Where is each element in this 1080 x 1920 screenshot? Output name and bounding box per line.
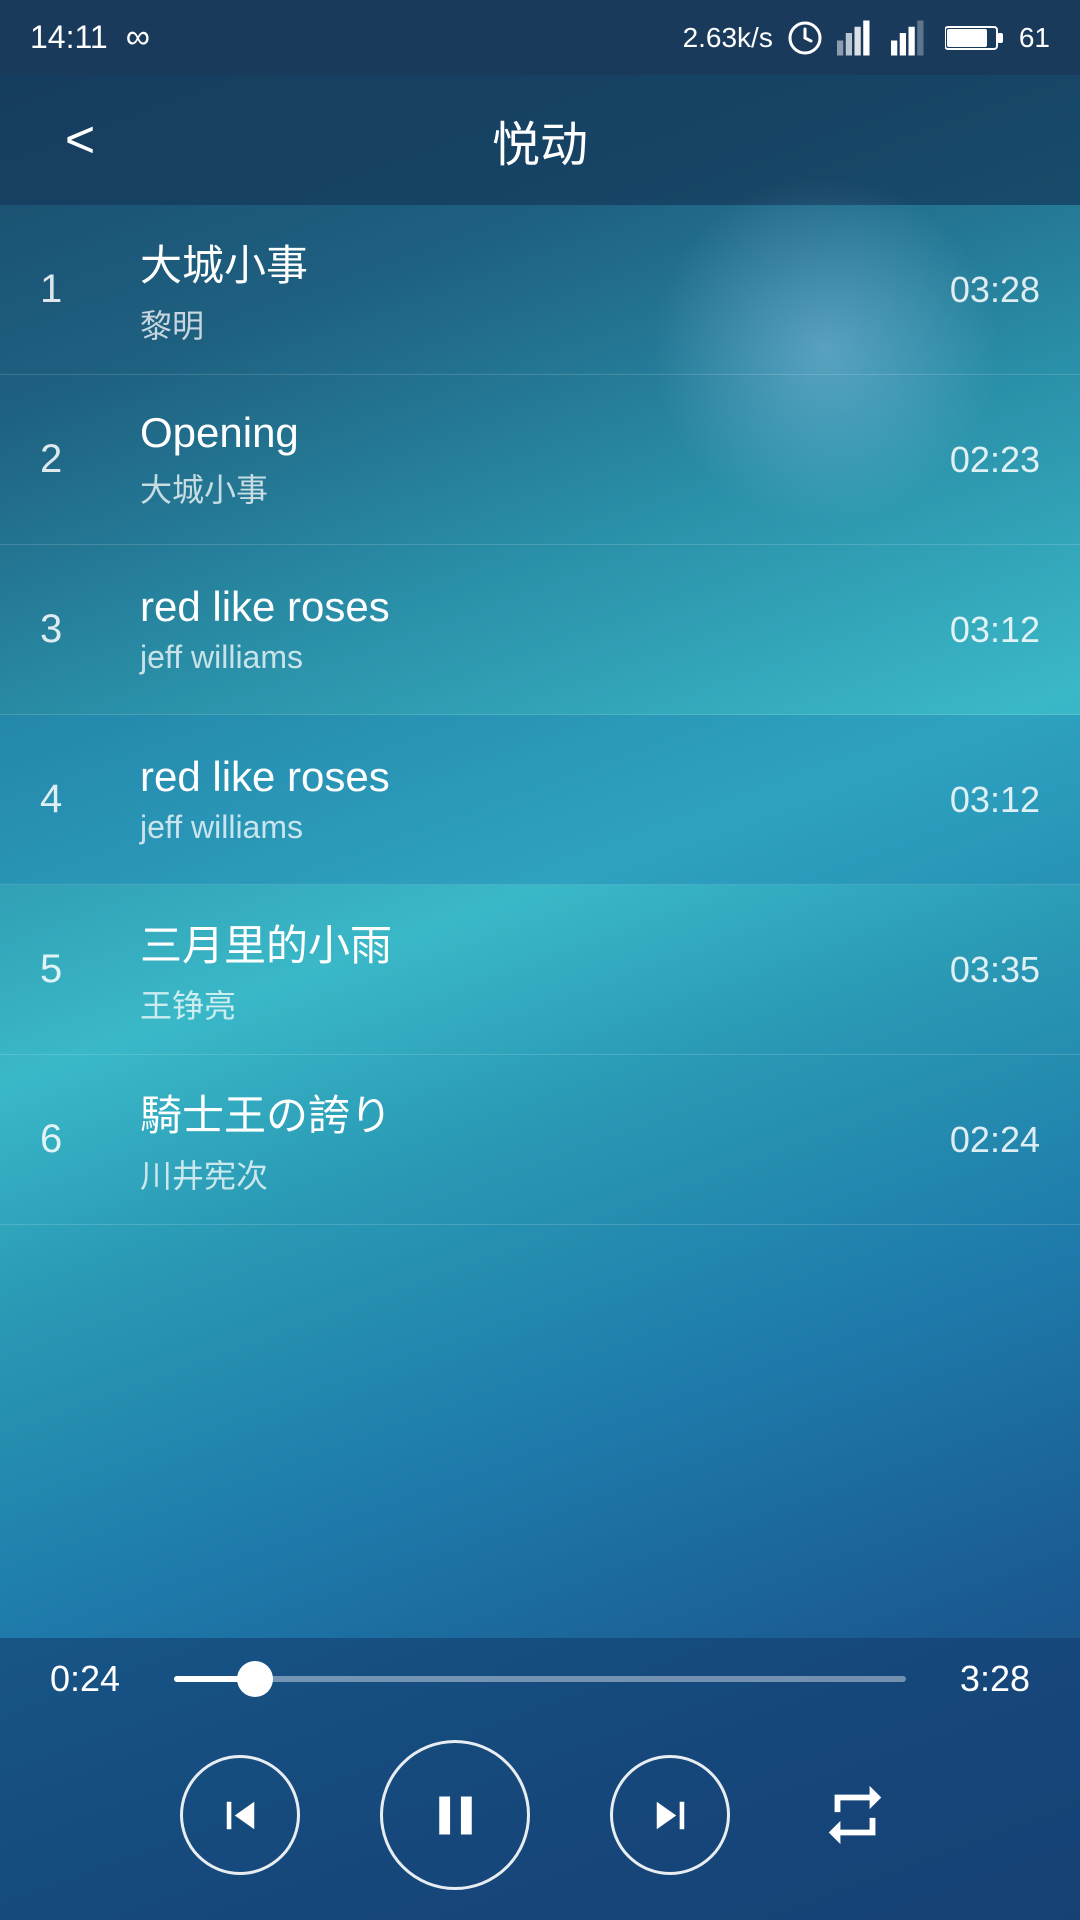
song-artist-5: 王铮亮 xyxy=(140,981,950,1027)
song-info-2: Opening 大城小事 xyxy=(110,409,950,511)
pause-button[interactable] xyxy=(380,1740,530,1890)
infinity-icon: ∞ xyxy=(126,18,150,57)
next-button[interactable] xyxy=(610,1755,730,1875)
progress-fill xyxy=(174,1676,255,1682)
song-number-3: 3 xyxy=(40,607,110,652)
song-title-5: 三月里的小雨 xyxy=(140,912,950,973)
battery-level: 61 xyxy=(1019,22,1050,54)
song-artist-2: 大城小事 xyxy=(140,465,950,511)
controls-row xyxy=(50,1740,1030,1890)
song-item-6[interactable]: 6 騎士王の誇り 川井宪次 02:24 xyxy=(0,1055,1080,1225)
network-speed: 2.63k/s xyxy=(683,22,773,54)
player-area: 0:24 3:28 xyxy=(0,1638,1080,1920)
status-bar: 14:11 ∞ 2.63k/s 61 xyxy=(0,0,1080,75)
song-info-6: 騎士王の誇り 川井宪次 xyxy=(110,1082,950,1197)
song-title-1: 大城小事 xyxy=(140,232,950,293)
back-button[interactable]: < xyxy=(40,110,120,170)
song-artist-3: jeff williams xyxy=(140,639,950,676)
song-duration-3: 03:12 xyxy=(950,609,1040,651)
song-number-2: 2 xyxy=(40,437,110,482)
song-item-1[interactable]: 1 大城小事 黎明 03:28 xyxy=(0,205,1080,375)
repeat-icon xyxy=(820,1780,890,1850)
song-artist-1: 黎明 xyxy=(140,301,950,347)
song-number-4: 4 xyxy=(40,777,110,822)
clock-icon xyxy=(787,20,823,56)
signal-icon-1 xyxy=(837,20,877,56)
progress-row: 0:24 3:28 xyxy=(50,1658,1030,1700)
pause-icon xyxy=(423,1783,488,1848)
song-number-6: 6 xyxy=(40,1117,110,1162)
song-artist-4: jeff williams xyxy=(140,809,950,846)
progress-thumb xyxy=(237,1661,273,1697)
time-display: 14:11 xyxy=(30,19,108,56)
status-left: 14:11 ∞ xyxy=(30,18,150,57)
previous-icon xyxy=(213,1788,268,1843)
page-title: 悦动 xyxy=(120,105,960,175)
header: < 悦动 xyxy=(0,75,1080,205)
song-duration-1: 03:28 xyxy=(950,269,1040,311)
song-info-1: 大城小事 黎明 xyxy=(110,232,950,347)
song-title-2: Opening xyxy=(140,409,950,457)
song-title-6: 騎士王の誇り xyxy=(140,1082,950,1143)
total-time: 3:28 xyxy=(930,1658,1030,1700)
song-info-3: red like roses jeff williams xyxy=(110,583,950,676)
song-info-5: 三月里的小雨 王铮亮 xyxy=(110,912,950,1027)
song-duration-5: 03:35 xyxy=(950,949,1040,991)
song-duration-2: 02:23 xyxy=(950,439,1040,481)
status-right: 2.63k/s 61 xyxy=(683,20,1050,56)
current-time: 0:24 xyxy=(50,1658,150,1700)
song-number-5: 5 xyxy=(40,947,110,992)
song-item-4[interactable]: 4 red like roses jeff williams 03:12 xyxy=(0,715,1080,885)
song-title-4: red like roses xyxy=(140,753,950,801)
repeat-button[interactable] xyxy=(810,1770,900,1860)
main-container: < 悦动 1 大城小事 黎明 03:28 2 Opening 大城小事 02:2… xyxy=(0,75,1080,1920)
song-duration-6: 02:24 xyxy=(950,1119,1040,1161)
song-list: 1 大城小事 黎明 03:28 2 Opening 大城小事 02:23 3 r… xyxy=(0,205,1080,1638)
progress-bar[interactable] xyxy=(174,1676,906,1682)
song-item-5[interactable]: 5 三月里的小雨 王铮亮 03:35 xyxy=(0,885,1080,1055)
song-artist-6: 川井宪次 xyxy=(140,1151,950,1197)
song-info-4: red like roses jeff williams xyxy=(110,753,950,846)
previous-button[interactable] xyxy=(180,1755,300,1875)
next-icon xyxy=(643,1788,698,1843)
song-number-1: 1 xyxy=(40,267,110,312)
song-title-3: red like roses xyxy=(140,583,950,631)
battery-icon xyxy=(945,20,1005,56)
song-item-2[interactable]: 2 Opening 大城小事 02:23 xyxy=(0,375,1080,545)
song-item-3[interactable]: 3 red like roses jeff williams 03:12 xyxy=(0,545,1080,715)
signal-icon-2 xyxy=(891,20,931,56)
song-duration-4: 03:12 xyxy=(950,779,1040,821)
